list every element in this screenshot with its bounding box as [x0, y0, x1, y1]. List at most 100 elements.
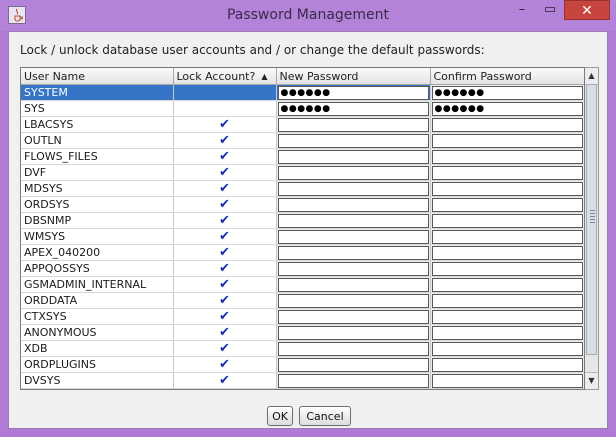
confirm-password-cell[interactable]: [430, 260, 584, 277]
user-name-cell[interactable]: LBACSYS: [21, 116, 174, 133]
table-row[interactable]: APPQOSSYS ✔: [21, 260, 584, 277]
new-password-field[interactable]: ●●●●●●: [277, 101, 429, 116]
confirm-password-cell[interactable]: [430, 340, 584, 357]
new-password-field[interactable]: [277, 309, 429, 324]
new-password-cell[interactable]: [276, 308, 431, 325]
column-header-new-password[interactable]: New Password: [276, 68, 431, 85]
new-password-field[interactable]: [277, 277, 429, 292]
new-password-cell[interactable]: ●●●●●●: [276, 84, 431, 101]
table-row[interactable]: OUTLN ✔: [21, 132, 584, 149]
cancel-button[interactable]: Cancel: [299, 406, 351, 426]
lock-account-cell[interactable]: ✔: [173, 292, 277, 309]
lock-account-cell[interactable]: ✔: [173, 228, 277, 245]
user-name-cell[interactable]: ORDSYS: [21, 196, 174, 213]
lock-account-cell[interactable]: ✔: [173, 164, 277, 181]
lock-account-cell[interactable]: ✔: [173, 308, 277, 325]
column-header-confirm-password[interactable]: Confirm Password: [430, 68, 584, 85]
confirm-password-cell[interactable]: [430, 324, 584, 341]
scroll-down-arrow-icon[interactable]: ▼: [585, 372, 598, 389]
user-name-cell[interactable]: DBSNMP: [21, 212, 174, 229]
user-name-cell[interactable]: APEX_040200: [21, 244, 174, 261]
lock-account-cell[interactable]: ✔: [173, 196, 277, 213]
scroll-up-arrow-icon[interactable]: ▲: [585, 68, 598, 85]
new-password-field[interactable]: [277, 213, 429, 228]
confirm-password-field[interactable]: [431, 277, 583, 292]
confirm-password-cell[interactable]: [430, 196, 584, 213]
lock-account-cell[interactable]: ✔: [173, 340, 277, 357]
user-name-cell[interactable]: APPQOSSYS: [21, 260, 174, 277]
minimize-button[interactable]: –: [508, 0, 536, 20]
ok-button[interactable]: OK: [267, 406, 293, 426]
confirm-password-field[interactable]: [431, 325, 583, 340]
table-row[interactable]: WMSYS ✔: [21, 228, 584, 245]
table-row[interactable]: DVF ✔: [21, 164, 584, 181]
confirm-password-field[interactable]: [431, 181, 583, 196]
user-name-cell[interactable]: SYS: [21, 100, 174, 117]
user-name-cell[interactable]: FLOWS_FILES: [21, 148, 174, 165]
new-password-cell[interactable]: [276, 340, 431, 357]
confirm-password-cell[interactable]: [430, 276, 584, 293]
confirm-password-field[interactable]: [431, 133, 583, 148]
confirm-password-cell[interactable]: [430, 308, 584, 325]
new-password-cell[interactable]: [276, 148, 431, 165]
lock-account-cell[interactable]: ✔: [173, 356, 277, 373]
new-password-field[interactable]: [277, 341, 429, 356]
lock-account-cell[interactable]: ✔: [173, 372, 277, 389]
lock-account-cell[interactable]: ✔: [173, 244, 277, 261]
table-row[interactable]: ORDSYS ✔: [21, 196, 584, 213]
new-password-cell[interactable]: [276, 260, 431, 277]
confirm-password-cell[interactable]: [430, 132, 584, 149]
new-password-cell[interactable]: [276, 372, 431, 389]
new-password-cell[interactable]: [276, 276, 431, 293]
vertical-scrollbar[interactable]: ▲ ▼: [585, 67, 599, 390]
user-name-cell[interactable]: GSMADMIN_INTERNAL: [21, 276, 174, 293]
user-name-cell[interactable]: ANONYMOUS: [21, 324, 174, 341]
confirm-password-field[interactable]: [431, 197, 583, 212]
table-row[interactable]: GSMADMIN_INTERNAL ✔: [21, 276, 584, 293]
user-name-cell[interactable]: ORDDATA: [21, 292, 174, 309]
user-name-cell[interactable]: CTXSYS: [21, 308, 174, 325]
table-row[interactable]: SYS ●●●●●● ●●●●●●: [21, 100, 584, 117]
new-password-cell[interactable]: [276, 212, 431, 229]
user-name-cell[interactable]: WMSYS: [21, 228, 174, 245]
lock-account-cell[interactable]: ✔: [173, 180, 277, 197]
table-row[interactable]: ANONYMOUS ✔: [21, 324, 584, 341]
confirm-password-field[interactable]: [431, 293, 583, 308]
confirm-password-cell[interactable]: [430, 148, 584, 165]
close-button[interactable]: ✕: [564, 0, 610, 20]
maximize-button[interactable]: ▭: [536, 0, 564, 20]
confirm-password-field[interactable]: [431, 117, 583, 132]
lock-account-cell[interactable]: [173, 84, 277, 101]
table-row[interactable]: DVSYS ✔: [21, 372, 584, 389]
new-password-cell[interactable]: [276, 116, 431, 133]
confirm-password-cell[interactable]: [430, 164, 584, 181]
new-password-field[interactable]: [277, 197, 429, 212]
confirm-password-field[interactable]: ●●●●●●: [431, 85, 583, 100]
confirm-password-cell[interactable]: ●●●●●●: [430, 84, 584, 101]
new-password-field[interactable]: [277, 229, 429, 244]
table-row[interactable]: DBSNMP ✔: [21, 212, 584, 229]
column-header-lock-account[interactable]: Lock Account? ▲: [173, 68, 277, 85]
confirm-password-cell[interactable]: [430, 180, 584, 197]
new-password-field[interactable]: [277, 293, 429, 308]
confirm-password-field[interactable]: [431, 149, 583, 164]
user-name-cell[interactable]: DVF: [21, 164, 174, 181]
confirm-password-cell[interactable]: [430, 244, 584, 261]
new-password-cell[interactable]: [276, 132, 431, 149]
new-password-field[interactable]: [277, 149, 429, 164]
confirm-password-cell[interactable]: [430, 212, 584, 229]
confirm-password-cell[interactable]: ●●●●●●: [430, 100, 584, 117]
confirm-password-field[interactable]: [431, 213, 583, 228]
new-password-field[interactable]: [277, 373, 429, 388]
new-password-cell[interactable]: [276, 292, 431, 309]
table-row[interactable]: ORDPLUGINS ✔: [21, 356, 584, 373]
user-name-cell[interactable]: MDSYS: [21, 180, 174, 197]
new-password-cell[interactable]: [276, 356, 431, 373]
new-password-field[interactable]: [277, 325, 429, 340]
new-password-field[interactable]: [277, 133, 429, 148]
confirm-password-field[interactable]: [431, 309, 583, 324]
confirm-password-field[interactable]: ●●●●●●: [431, 101, 583, 116]
new-password-cell[interactable]: [276, 244, 431, 261]
table-row[interactable]: MDSYS ✔: [21, 180, 584, 197]
table-row[interactable]: CTXSYS ✔: [21, 308, 584, 325]
